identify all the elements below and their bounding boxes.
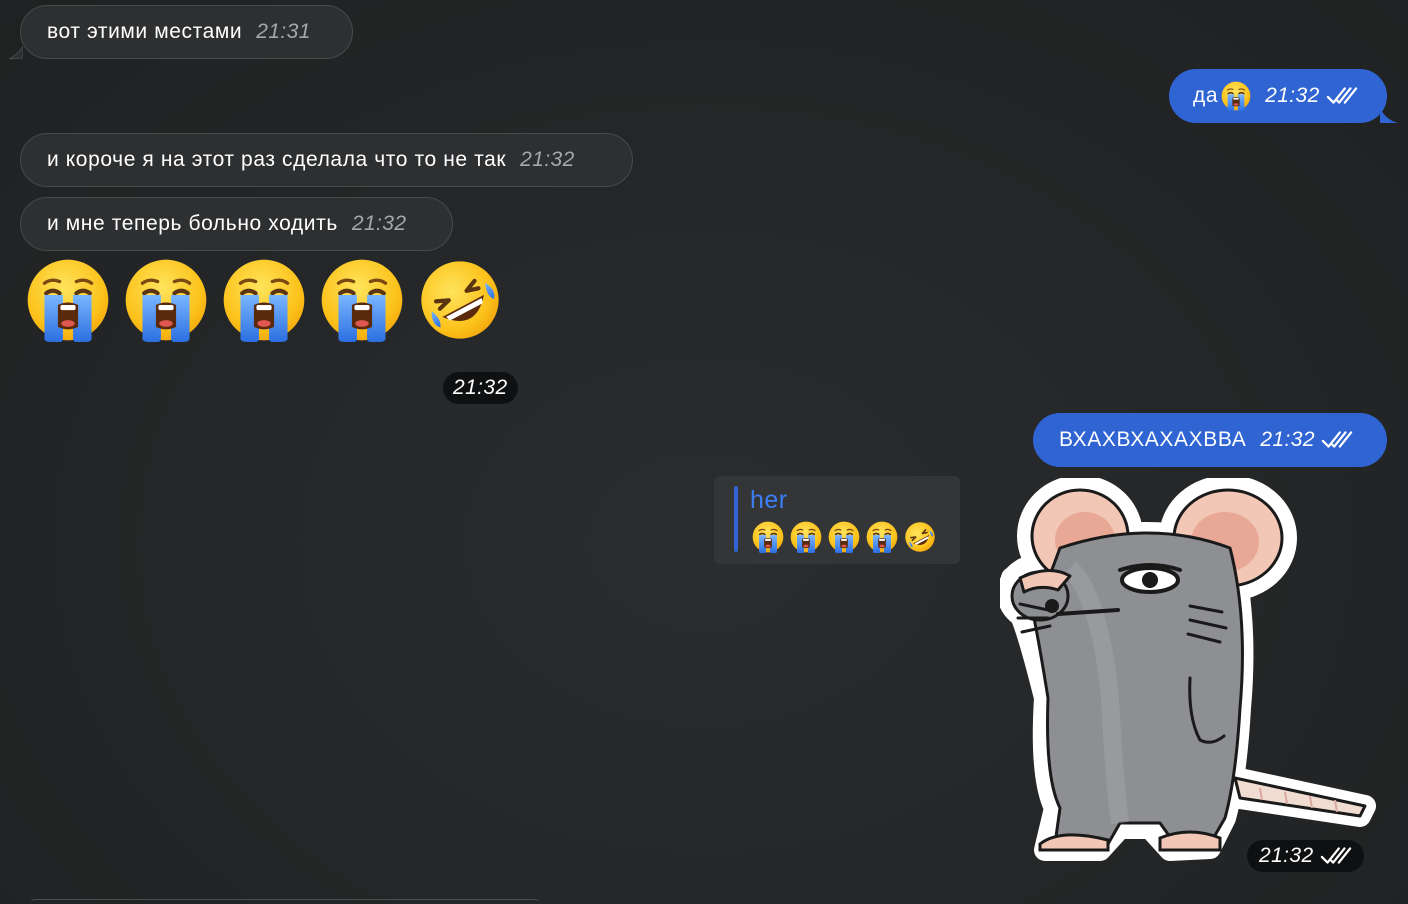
loudly-crying-face-icon (26, 258, 110, 342)
rolling-on-floor-laughing-icon (418, 258, 502, 342)
chat-area[interactable]: вот этими местами 21:31 да 21:32 и короч… (0, 0, 1408, 904)
read-double-check-icon (1320, 846, 1352, 866)
reply-accent-bar (734, 486, 738, 552)
message-time: 21:32 (1247, 840, 1364, 872)
loudly-crying-face-icon (828, 521, 860, 553)
read-double-check-icon (1321, 430, 1353, 450)
loudly-crying-face-icon (1221, 81, 1251, 111)
message-text: да (1193, 84, 1219, 107)
loudly-crying-face-icon (752, 521, 784, 553)
grey-mouse-sticker[interactable] (1000, 478, 1380, 878)
message-time: 21:32 (351, 212, 407, 235)
loudly-crying-face-icon (866, 521, 898, 553)
message-text: ВХАХВХАХАХВВА (1059, 428, 1247, 451)
message-time: 21:31 (256, 20, 311, 43)
reply-snippet (752, 521, 936, 553)
message-text: и короче я на этот раз сделала что то не… (47, 148, 507, 171)
loudly-crying-face-icon (790, 521, 822, 553)
next-message-edge (30, 899, 540, 904)
read-double-check-icon (1326, 86, 1358, 106)
rolling-on-floor-laughing-icon (904, 521, 936, 553)
message-time: 21:32 (1260, 428, 1315, 451)
reply-preview[interactable]: her (714, 476, 960, 564)
message-bubble-incoming[interactable]: вот этими местами 21:31 (20, 5, 353, 59)
loudly-crying-face-icon (124, 258, 208, 342)
loudly-crying-face-icon (222, 258, 306, 342)
message-time: 21:32 (520, 148, 575, 171)
message-time: 21:32 (443, 372, 518, 404)
message-text: вот этими местами (47, 20, 243, 43)
loudly-crying-face-icon (320, 258, 404, 342)
message-bubble-outgoing[interactable]: да 21:32 (1169, 69, 1387, 123)
message-bubble-incoming[interactable]: и короче я на этот раз сделала что то не… (20, 133, 633, 187)
bubble-tail-icon (1380, 108, 1398, 123)
reply-author-name: her (750, 486, 788, 514)
message-time: 21:32 (1265, 84, 1320, 107)
message-bubble-incoming[interactable]: и мне теперь больно ходить 21:32 (20, 197, 453, 251)
message-bubble-outgoing[interactable]: ВХАХВХАХАХВВА 21:32 (1033, 413, 1387, 467)
message-text: и мне теперь больно ходить (47, 212, 338, 235)
bubble-tail-icon (9, 46, 23, 60)
